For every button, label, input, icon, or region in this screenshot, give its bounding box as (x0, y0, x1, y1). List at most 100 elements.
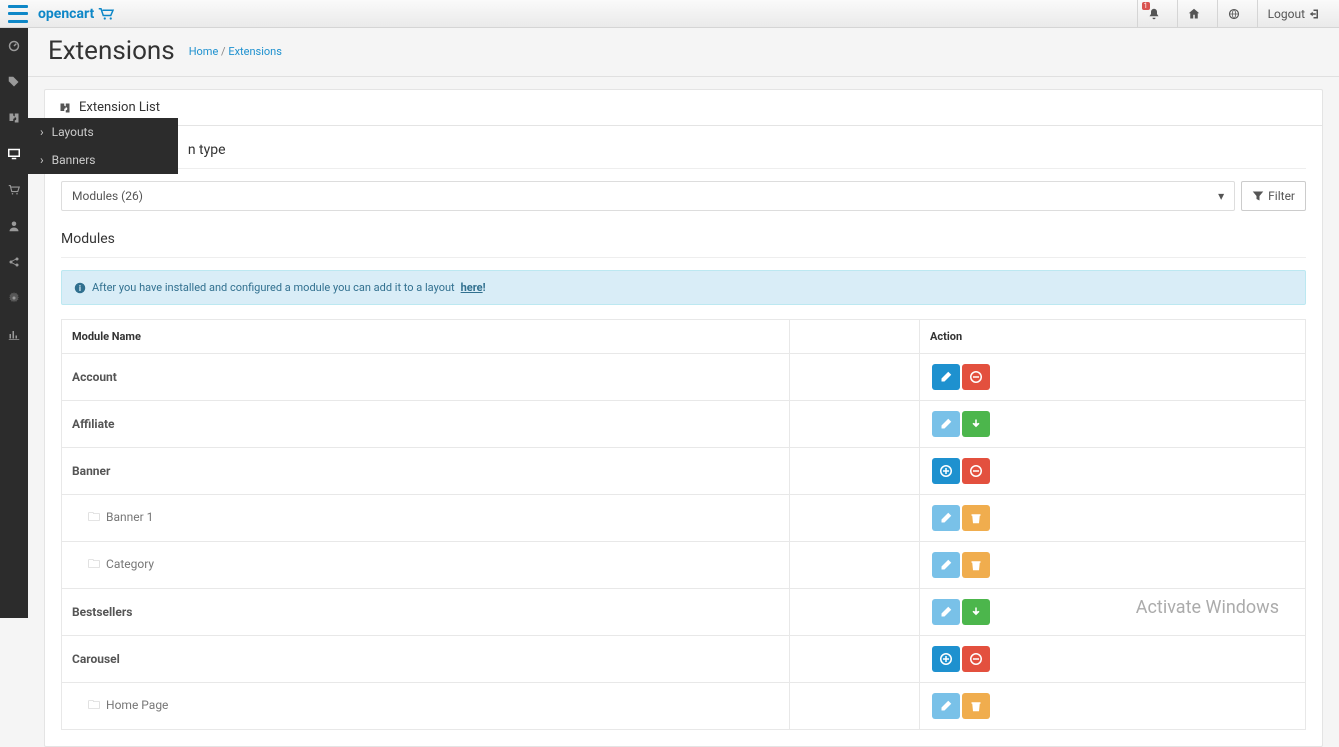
info-icon: i (74, 282, 86, 294)
module-action-cell (920, 401, 1306, 448)
table-row: 🗀Category (62, 542, 1306, 589)
module-mid-cell (789, 636, 919, 683)
tags-icon (8, 76, 20, 88)
modules-heading: Modules (61, 231, 1306, 258)
home-icon (1188, 8, 1200, 20)
chevron-right-icon: › (40, 153, 44, 167)
brand-logo[interactable]: opencart (38, 6, 116, 22)
user-icon (8, 220, 20, 232)
svg-text:i: i (79, 284, 81, 294)
filter-button[interactable]: Filter (1241, 181, 1306, 211)
share-icon (8, 256, 20, 268)
uninstall-button[interactable] (962, 646, 990, 672)
table-row: 🗀Home Page (62, 683, 1306, 730)
sidebar-extensions[interactable] (0, 108, 28, 128)
sidebar-catalog[interactable] (0, 72, 28, 92)
module-action-cell (920, 636, 1306, 683)
folder-icon: 🗀 (88, 555, 100, 576)
edit-button[interactable] (932, 505, 960, 531)
filter-row: Modules (26) ▾ Filter (61, 181, 1306, 211)
monitor-icon (8, 148, 20, 160)
sidebar-reports[interactable] (0, 324, 28, 344)
home-button[interactable] (1177, 0, 1211, 28)
breadcrumb: Home / Extensions (189, 45, 282, 58)
flyout-layouts[interactable]: › Layouts (28, 118, 178, 146)
module-mid-cell (789, 589, 919, 636)
table-row: Account (62, 354, 1306, 401)
module-mid-cell (789, 683, 919, 730)
edit-button[interactable] (932, 552, 960, 578)
table-row: 🗀Banner 1 (62, 495, 1306, 542)
flyout-label: Layouts (52, 125, 94, 139)
install-button[interactable] (962, 411, 990, 437)
breadcrumb-home[interactable]: Home (189, 45, 219, 58)
edit-button[interactable] (932, 364, 960, 390)
delete-button[interactable] (962, 552, 990, 578)
edit-button[interactable] (932, 599, 960, 625)
breadcrumb-current[interactable]: Extensions (228, 45, 282, 58)
sidebar-design[interactable] (0, 144, 28, 164)
module-name-cell: 🗀Home Page (62, 683, 790, 730)
gear-icon (8, 292, 20, 304)
edit-button[interactable] (932, 411, 960, 437)
sidebar-system[interactable] (0, 288, 28, 308)
module-action-cell (920, 542, 1306, 589)
panel-title: Extension List (79, 100, 160, 115)
design-flyout: › Layouts › Banners (28, 118, 178, 174)
brand-text: opencart (38, 6, 94, 22)
sidebar-marketing[interactable] (0, 252, 28, 272)
extension-type-legend: Choose the extension type (61, 142, 1306, 169)
uninstall-button[interactable] (962, 458, 990, 484)
table-row: Bestsellers (62, 589, 1306, 636)
sidebar-dashboard[interactable] (0, 36, 28, 56)
logout-label: Logout (1268, 7, 1305, 21)
extension-type-select[interactable]: Modules (26) ▾ (61, 181, 1235, 211)
module-name-cell: Carousel (62, 636, 790, 683)
edit-button[interactable] (932, 693, 960, 719)
sidebar (0, 28, 28, 618)
info-here-link[interactable]: here (461, 281, 483, 294)
folder-icon: 🗀 (88, 508, 100, 529)
sidebar-customers[interactable] (0, 216, 28, 236)
topbar: opencart 1 Logout (0, 0, 1339, 28)
module-mid-cell (789, 354, 919, 401)
logout-icon (1309, 8, 1321, 20)
col-mid (789, 320, 919, 354)
delete-button[interactable] (962, 693, 990, 719)
panel-body: Choose the extension type Modules (26) ▾… (45, 126, 1322, 746)
filter-label: Filter (1268, 189, 1295, 203)
module-mid-cell (789, 401, 919, 448)
add-button[interactable] (932, 646, 960, 672)
menu-toggle[interactable] (8, 5, 28, 23)
module-action-cell (920, 448, 1306, 495)
sidebar-sales[interactable] (0, 180, 28, 200)
select-value: Modules (26) (72, 189, 143, 203)
info-text: After you have installed and configured … (92, 281, 455, 294)
topbar-right: 1 Logout (1137, 0, 1331, 28)
module-name-cell: Affiliate (62, 401, 790, 448)
module-name-cell: 🗀Category (62, 542, 790, 589)
dashboard-icon (8, 40, 20, 52)
module-name-cell: Bestsellers (62, 589, 790, 636)
logout-button[interactable]: Logout (1257, 0, 1331, 28)
info-alert: i After you have installed and configure… (61, 270, 1306, 305)
panel-header: Extension List (45, 90, 1322, 126)
delete-button[interactable] (962, 505, 990, 531)
add-button[interactable] (932, 458, 960, 484)
main: Extensions Home / Extensions Extension L… (28, 28, 1339, 618)
windows-watermark: Activate Windows (1136, 597, 1279, 618)
cart-sidebar-icon (8, 184, 20, 196)
notifications-button[interactable]: 1 (1137, 0, 1171, 28)
puzzle-icon (8, 112, 20, 124)
install-button[interactable] (962, 599, 990, 625)
uninstall-button[interactable] (962, 364, 990, 390)
module-action-cell (920, 683, 1306, 730)
puzzle-header-icon (59, 102, 71, 114)
module-name-cell: 🗀Banner 1 (62, 495, 790, 542)
module-mid-cell (789, 495, 919, 542)
folder-icon: 🗀 (88, 696, 100, 717)
extension-panel: Extension List Choose the extension type… (44, 89, 1323, 747)
flyout-banners[interactable]: › Banners (28, 146, 178, 174)
globe-button[interactable] (1217, 0, 1251, 28)
chevron-down-icon: ▾ (1218, 189, 1224, 203)
